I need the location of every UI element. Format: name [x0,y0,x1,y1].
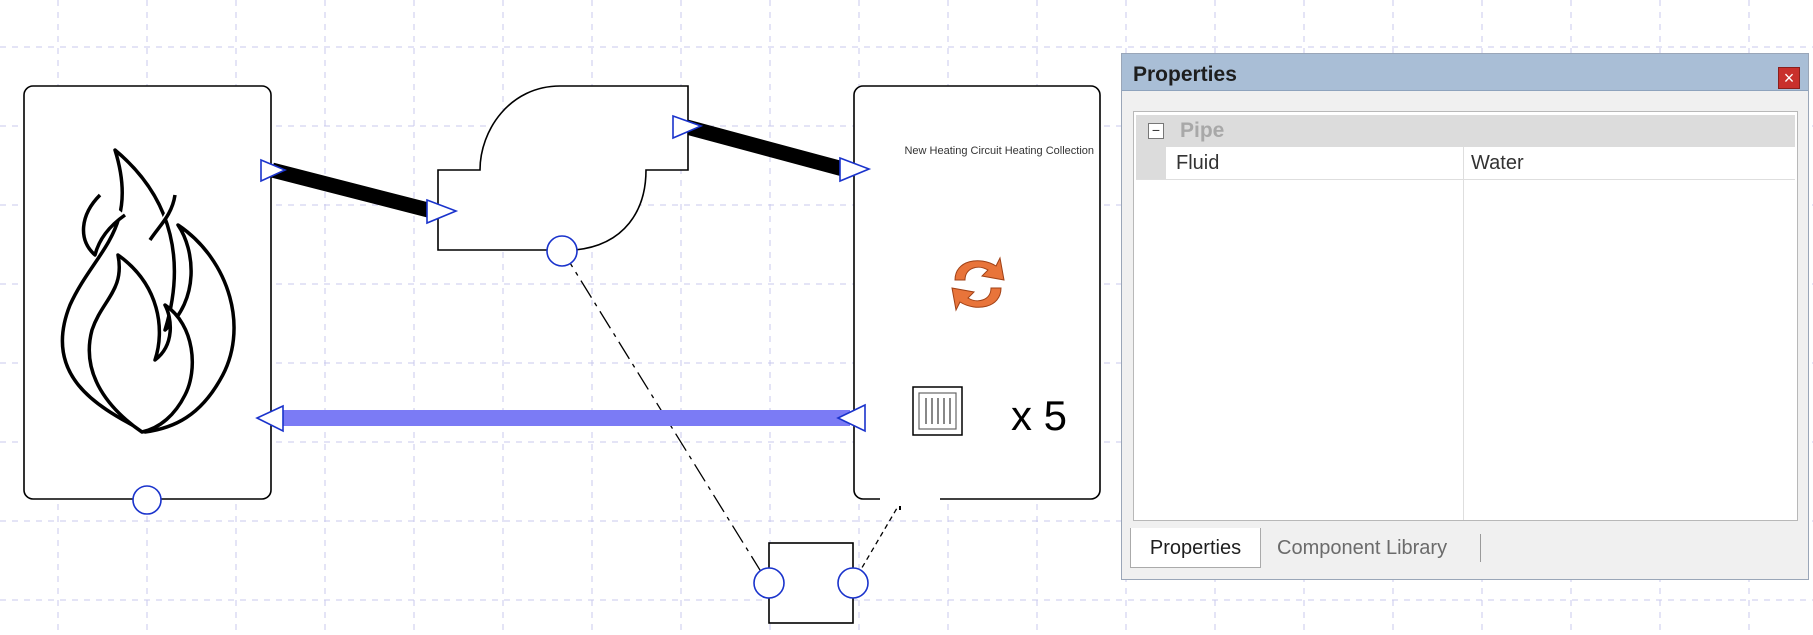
category-row[interactable]: − Pipe [1136,115,1795,147]
row-gutter [1136,147,1166,179]
tab-component-library[interactable]: Component Library [1267,528,1447,568]
circuit-return-port[interactable] [836,403,866,433]
close-icon[interactable]: × [1778,67,1800,89]
boiler-node[interactable] [23,85,287,515]
properties-titlebar[interactable]: Properties × [1122,54,1808,91]
supply-pipe-mixer-circuit[interactable] [681,118,845,177]
properties-title: Properties [1133,63,1237,86]
mixing-valve-node[interactable] [426,85,704,267]
heating-circuit-label: New Heating Circuit Heating Collection [904,145,1094,157]
property-grid: − Pipe Fluid Water [1133,111,1798,521]
column-divider[interactable] [1463,147,1464,520]
properties-panel: Properties × − Pipe Fluid Water Properti… [1121,53,1809,580]
property-row[interactable]: Fluid Water [1136,147,1795,180]
tab-properties[interactable]: Properties [1130,528,1261,568]
category-label: Pipe [1180,119,1225,142]
boiler-control-port[interactable] [132,485,162,515]
heating-circuit-node[interactable]: New Heating Circuit Heating Collection x… [836,85,1101,506]
panel-tab-bar: Properties Component Library [1130,528,1800,572]
mixer-control-port[interactable] [546,235,578,267]
controller-input-port-1[interactable] [753,567,785,599]
collapse-icon[interactable]: − [1148,123,1164,139]
controller-input-port-2[interactable] [837,567,869,599]
tab-separator [1480,534,1481,562]
radiator-icon [912,386,963,436]
property-name: Fluid [1176,152,1220,174]
controller-node[interactable] [753,542,869,624]
radiator-count: x 5 [1011,392,1067,439]
property-value[interactable]: Water [1471,152,1524,175]
